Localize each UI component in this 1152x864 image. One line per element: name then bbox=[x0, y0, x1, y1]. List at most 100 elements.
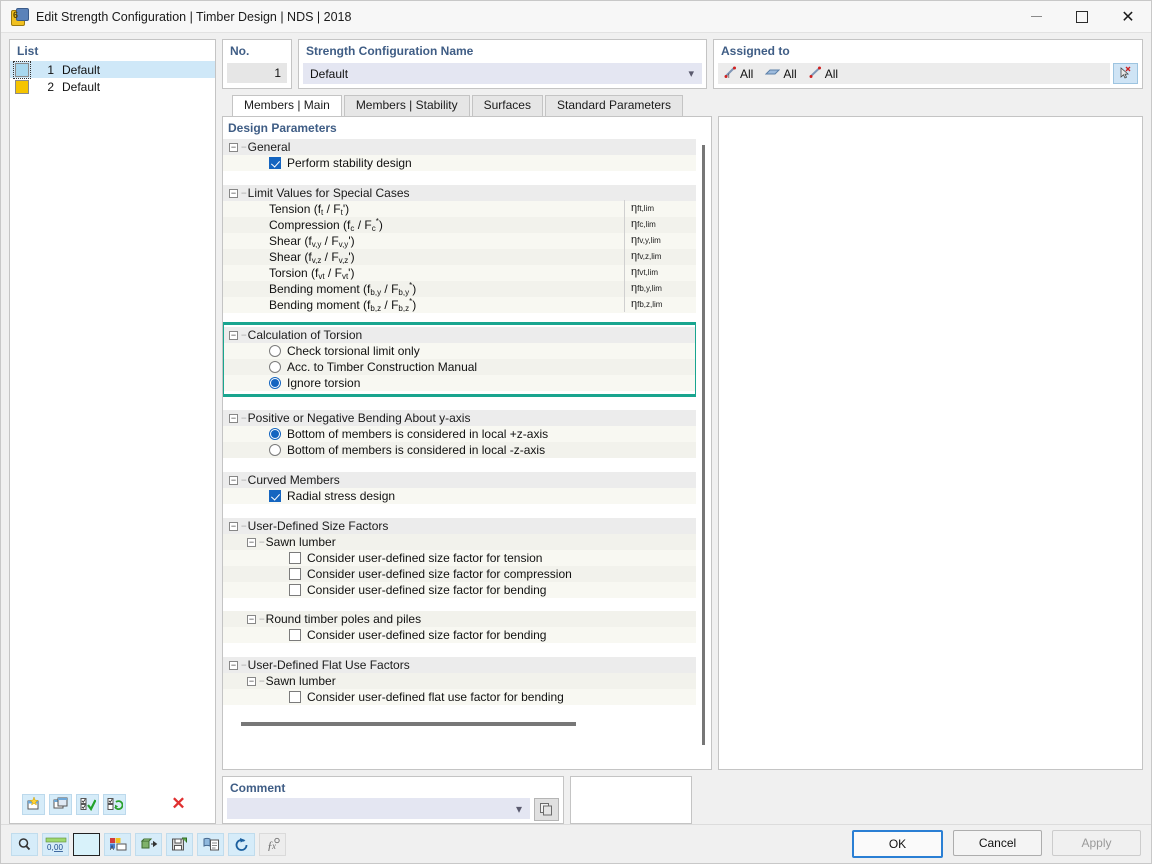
horizontal-scrollbar[interactable] bbox=[241, 722, 576, 726]
tree-item-bottom-minus-z[interactable]: Bottom of members is considered in local… bbox=[223, 442, 696, 458]
checkbox-size-factor-bending[interactable] bbox=[289, 584, 301, 596]
list-item[interactable]: 1 Default bbox=[10, 60, 215, 79]
reset-defaults-button[interactable] bbox=[228, 832, 255, 856]
strength-configuration-name-input[interactable]: Default ▾ bbox=[303, 63, 702, 84]
chevron-down-icon[interactable]: ▾ bbox=[516, 802, 522, 816]
chevron-down-icon[interactable]: ▾ bbox=[688, 67, 694, 80]
collapse-icon[interactable]: − bbox=[229, 521, 238, 531]
maximize-button[interactable] bbox=[1059, 1, 1105, 32]
delete-configuration-button[interactable]: ✕ bbox=[168, 794, 189, 814]
tree-group-bending-about-y-axis[interactable]: − -- Positive or Negative Bending About … bbox=[223, 409, 696, 426]
member-icon bbox=[809, 66, 822, 82]
eta-label: η fb,z,lim bbox=[631, 298, 663, 310]
display-properties-button[interactable]: A bbox=[104, 832, 131, 856]
collapse-icon[interactable]: − bbox=[247, 614, 256, 624]
collapse-icon[interactable]: − bbox=[247, 676, 256, 686]
minimize-button[interactable] bbox=[1013, 1, 1059, 32]
number-field-group: No. 1 bbox=[222, 39, 292, 89]
radio-bottom-minus-z-axis[interactable] bbox=[269, 444, 281, 456]
checkbox-flat-use-factor-bending[interactable] bbox=[289, 691, 301, 703]
copy-comment-button[interactable] bbox=[534, 798, 559, 821]
tree-item-label: Shear (fv,y / Fv,y') bbox=[269, 233, 355, 249]
checkbox-size-factor-compression[interactable] bbox=[289, 568, 301, 580]
tree-item-perform-stability-design[interactable]: Perform stability design bbox=[223, 155, 696, 171]
pick-objects-button[interactable] bbox=[1113, 63, 1138, 84]
tree-item-label: Bottom of members is considered in local… bbox=[287, 427, 549, 441]
tree-item-check-torsional-limit-only[interactable]: Check torsional limit only bbox=[223, 343, 696, 359]
tree-spacer bbox=[223, 313, 696, 326]
checkbox-size-factor-tension[interactable] bbox=[289, 552, 301, 564]
color-swatch-button[interactable] bbox=[73, 832, 100, 856]
tab-members-main[interactable]: Members | Main bbox=[232, 95, 342, 116]
tree-group-size-factors[interactable]: − -- User-Defined Size Factors bbox=[223, 517, 696, 534]
tree-group-label: Positive or Negative Bending About y-axi… bbox=[247, 411, 471, 425]
radio-acc-to-timber-construction-manual[interactable] bbox=[269, 361, 281, 373]
tree-vertical-scrollbar[interactable] bbox=[696, 138, 711, 769]
collapse-icon[interactable]: − bbox=[229, 188, 238, 198]
tree-item-flat-use-factor-bending[interactable]: Consider user-defined flat use factor fo… bbox=[223, 689, 696, 705]
collapse-icon[interactable]: − bbox=[247, 537, 256, 547]
radio-bottom-plus-z-axis[interactable] bbox=[269, 428, 281, 440]
number-value[interactable]: 1 bbox=[227, 63, 287, 83]
color-swatch[interactable] bbox=[15, 79, 29, 94]
tree-item-label: Tension (ft / Ft') bbox=[269, 201, 350, 217]
tree-connector: -- bbox=[241, 659, 247, 671]
tree-item-size-factor-tension[interactable]: Consider user-defined size factor for te… bbox=[223, 550, 696, 566]
tree-group-curved-members[interactable]: − -- Curved Members bbox=[223, 471, 696, 488]
ok-button[interactable]: OK bbox=[852, 830, 943, 858]
checkbox-radial-stress-design[interactable] bbox=[269, 490, 281, 502]
copy-configuration-button[interactable] bbox=[49, 793, 72, 815]
radio-ignore-torsion[interactable] bbox=[269, 377, 281, 389]
tree-group-general[interactable]: − -- General bbox=[223, 138, 696, 155]
collapse-icon[interactable]: − bbox=[229, 330, 238, 340]
assigned-to-field[interactable]: I All All All bbox=[718, 63, 1110, 84]
tree-subgroup-sawn-lumber-size[interactable]: − -- Sawn lumber bbox=[223, 534, 696, 550]
list-item-label: Default bbox=[62, 62, 101, 77]
invert-selection-button[interactable] bbox=[103, 793, 126, 815]
apply-button[interactable]: Apply bbox=[1052, 830, 1141, 856]
tree-item-label: Bending moment (fb,z / Fb,z*) bbox=[269, 297, 417, 313]
tree-item-ignore-torsion[interactable]: Ignore torsion bbox=[223, 375, 696, 391]
collapse-icon[interactable]: − bbox=[229, 660, 238, 670]
member-dimension-icon: I bbox=[724, 66, 737, 82]
checkbox-round-timber-size-factor-bending[interactable] bbox=[289, 629, 301, 641]
configuration-list[interactable]: 1 Default 2 Default bbox=[10, 60, 215, 789]
cancel-button[interactable]: Cancel bbox=[953, 830, 1042, 856]
search-magnifier-button[interactable] bbox=[11, 832, 38, 856]
checkbox-perform-stability-design[interactable] bbox=[269, 157, 281, 169]
collapse-icon[interactable]: − bbox=[229, 413, 238, 423]
formula-button[interactable]: ƒx bbox=[259, 832, 286, 856]
tree-subgroup-sawn-lumber-flat-use[interactable]: − -- Sawn lumber bbox=[223, 673, 696, 689]
save-button[interactable] bbox=[166, 832, 193, 856]
tree-item-size-factor-compression[interactable]: Consider user-defined size factor for co… bbox=[223, 566, 696, 582]
tree-spacer bbox=[223, 504, 696, 517]
color-swatch[interactable] bbox=[13, 60, 31, 79]
list-panel: List 1 Default 2 Default ✕ bbox=[9, 39, 216, 824]
tree-item-acc-to-timber-construction-manual[interactable]: Acc. to Timber Construction Manual bbox=[223, 359, 696, 375]
tree-group-calculation-of-torsion[interactable]: − -- Calculation of Torsion bbox=[223, 326, 696, 343]
tree-item-bottom-plus-z[interactable]: Bottom of members is considered in local… bbox=[223, 426, 696, 442]
units-decimals-button[interactable]: 0, 00 bbox=[42, 832, 69, 856]
tab-members-stability[interactable]: Members | Stability bbox=[343, 95, 470, 116]
scrollbar-thumb[interactable] bbox=[702, 145, 705, 745]
tree-group-limit-values[interactable]: − -- Limit Values for Special Cases bbox=[223, 184, 696, 201]
close-icon[interactable]: ✕ bbox=[1105, 1, 1151, 32]
tree-item-radial-stress-design[interactable]: Radial stress design bbox=[223, 488, 696, 504]
tree-item-size-factor-bending[interactable]: Consider user-defined size factor for be… bbox=[223, 582, 696, 598]
collapse-icon[interactable]: − bbox=[229, 142, 238, 152]
collapse-icon[interactable]: − bbox=[229, 475, 238, 485]
tree-group-flat-use-factors[interactable]: − -- User-Defined Flat Use Factors bbox=[223, 656, 696, 673]
radio-check-torsional-limit-only[interactable] bbox=[269, 345, 281, 357]
tree-item-label: Torsion (fvt / Fvt') bbox=[269, 265, 355, 281]
comment-input[interactable]: ▾ bbox=[227, 798, 530, 819]
export-button[interactable] bbox=[135, 832, 162, 856]
tree-subgroup-round-timber-poles[interactable]: − -- Round timber poles and piles bbox=[223, 611, 696, 627]
comment-filler bbox=[698, 776, 1143, 824]
tab-surfaces[interactable]: Surfaces bbox=[471, 95, 543, 116]
list-item[interactable]: 2 Default bbox=[10, 78, 215, 95]
tree-item-round-timber-size-factor-bending[interactable]: Consider user-defined size factor for be… bbox=[223, 627, 696, 643]
tab-standard-parameters[interactable]: Standard Parameters bbox=[544, 95, 684, 116]
report-button[interactable] bbox=[197, 832, 224, 856]
select-all-button[interactable] bbox=[76, 793, 99, 815]
new-configuration-button[interactable] bbox=[22, 793, 45, 815]
